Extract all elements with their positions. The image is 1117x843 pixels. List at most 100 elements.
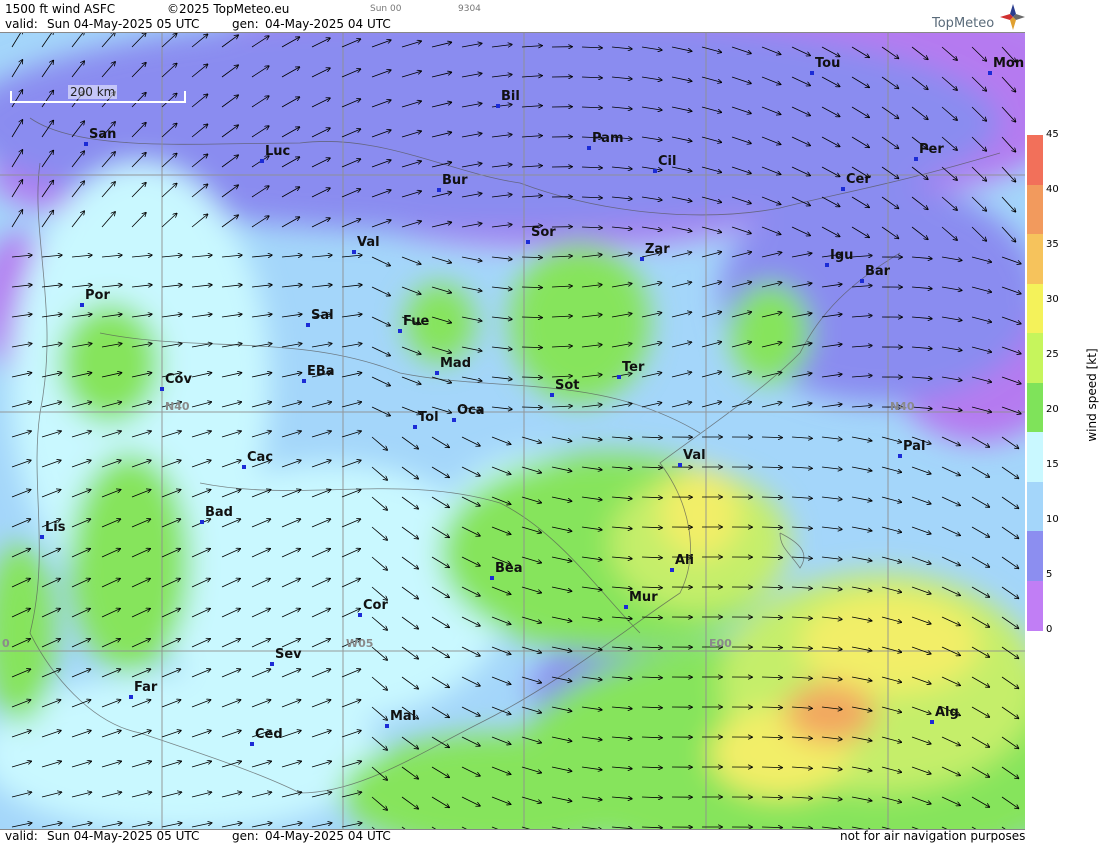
footer-valid-time: Sun 04-May-2025 05 UTC [47,829,200,843]
city-label[interactable]: Val [683,448,706,463]
fresh-wind-area [510,243,650,403]
city-marker [250,742,254,746]
city-marker [358,613,362,617]
city-marker [914,157,918,161]
city-label[interactable]: Sal [311,308,334,323]
city-label[interactable]: Igu [830,248,853,263]
legend-tick-label: 40 [1046,184,1059,195]
city-label[interactable]: Mad [440,356,471,371]
city-label[interactable]: Tou [815,56,840,71]
city-marker [825,263,829,267]
copyright-text: ©2025 TopMeteo.eu [167,2,290,16]
legend-swatch [1027,432,1043,482]
city-label[interactable]: Bea [495,561,523,576]
city-label[interactable]: Mal [390,709,416,724]
wind-map[interactable]: Tou Mon Bil San Luc Pam Per Cil Bur Cer Sor Val Zar I… [0,32,1025,830]
gen-time: 04-May-2025 04 UTC [265,17,391,31]
city-label[interactable]: Per [919,142,944,157]
city-marker [810,71,814,75]
city-label[interactable]: Cil [658,154,676,169]
gen-label: gen: [232,17,259,31]
city-marker [129,695,133,699]
legend-swatch [1027,234,1043,284]
city-label[interactable]: Por [85,288,110,303]
city-label[interactable]: Cac [247,450,273,465]
city-marker [860,279,864,283]
city-label[interactable]: EBa [307,364,335,379]
city-label[interactable]: Sev [275,647,302,662]
city-label[interactable]: Zar [645,242,670,257]
city-label[interactable]: Alg [935,705,959,720]
city-marker [678,463,682,467]
city-marker [490,576,494,580]
legend-tick-label: 5 [1046,569,1053,580]
city-marker [496,104,500,108]
city-label[interactable]: Pam [592,131,624,146]
graticule-label: N40 [890,400,915,413]
city-label[interactable]: Mon [993,56,1024,71]
city-label[interactable]: Sot [555,378,580,393]
city-label[interactable]: Lis [45,520,65,535]
city-label[interactable]: Cor [363,598,388,613]
city-marker [670,568,674,572]
city-marker [624,605,628,609]
legend-swatch [1027,135,1043,185]
fresh-wind-area [730,283,810,383]
city-label[interactable]: Cer [846,172,871,187]
city-label[interactable]: Val [357,235,380,250]
chart-title: 1500 ft wind ASFC [5,2,116,16]
legend-swatch [1027,283,1043,334]
graticule-label: N40 [165,400,190,413]
small-id-label: 9304 [458,4,481,14]
city-marker [80,303,84,307]
legend-tick-label: 30 [1046,294,1059,305]
city-label[interactable]: Ali [675,553,694,568]
legend-swatch [1027,184,1043,235]
footer-gen-time: 04-May-2025 04 UTC [265,829,391,843]
city-marker [550,393,554,397]
city-marker [398,329,402,333]
wind-field [0,33,1025,829]
graticule-label: W05 [346,637,374,650]
legend-swatch [1027,531,1043,581]
city-label[interactable]: Bad [205,505,233,520]
city-marker [352,250,356,254]
city-label[interactable]: Luc [265,144,290,159]
legend-tick-label: 15 [1046,459,1059,470]
city-marker [270,662,274,666]
city-marker [988,71,992,75]
city-label[interactable]: Bil [501,89,520,104]
city-marker [242,465,246,469]
city-label[interactable]: Mur [629,590,658,605]
city-label[interactable]: Pal [903,439,925,454]
city-marker [306,323,310,327]
city-label[interactable]: Far [134,680,157,695]
scale-label: 200 km [68,85,118,99]
city-label[interactable]: Ced [255,727,283,742]
wind-speed-legend [1027,135,1043,631]
legend-tick-label: 0 [1046,624,1053,635]
city-marker [435,371,439,375]
city-marker [640,257,644,261]
legend-tick-label: 45 [1046,129,1059,140]
city-label[interactable]: Fue [403,314,429,329]
city-label[interactable]: San [89,127,116,142]
city-marker [452,418,456,422]
city-marker [526,240,530,244]
footer-gen-label: gen: [232,829,259,843]
city-label[interactable]: Oca [457,403,485,418]
city-label[interactable]: Tol [418,410,439,425]
legend-tick-label: 35 [1046,239,1059,250]
city-marker [413,425,417,429]
city-marker [841,187,845,191]
legend-swatch [1027,481,1043,532]
city-label[interactable]: Cov [165,372,192,387]
city-label[interactable]: Sor [531,225,556,240]
city-label[interactable]: Bar [865,264,890,279]
city-marker [40,535,44,539]
footer-valid-label: valid: [5,829,38,843]
city-label[interactable]: Ter [622,360,644,375]
valid-time: Sun 04-May-2025 05 UTC [47,17,200,31]
legend-swatch [1027,580,1043,631]
city-label[interactable]: Bur [442,173,468,188]
